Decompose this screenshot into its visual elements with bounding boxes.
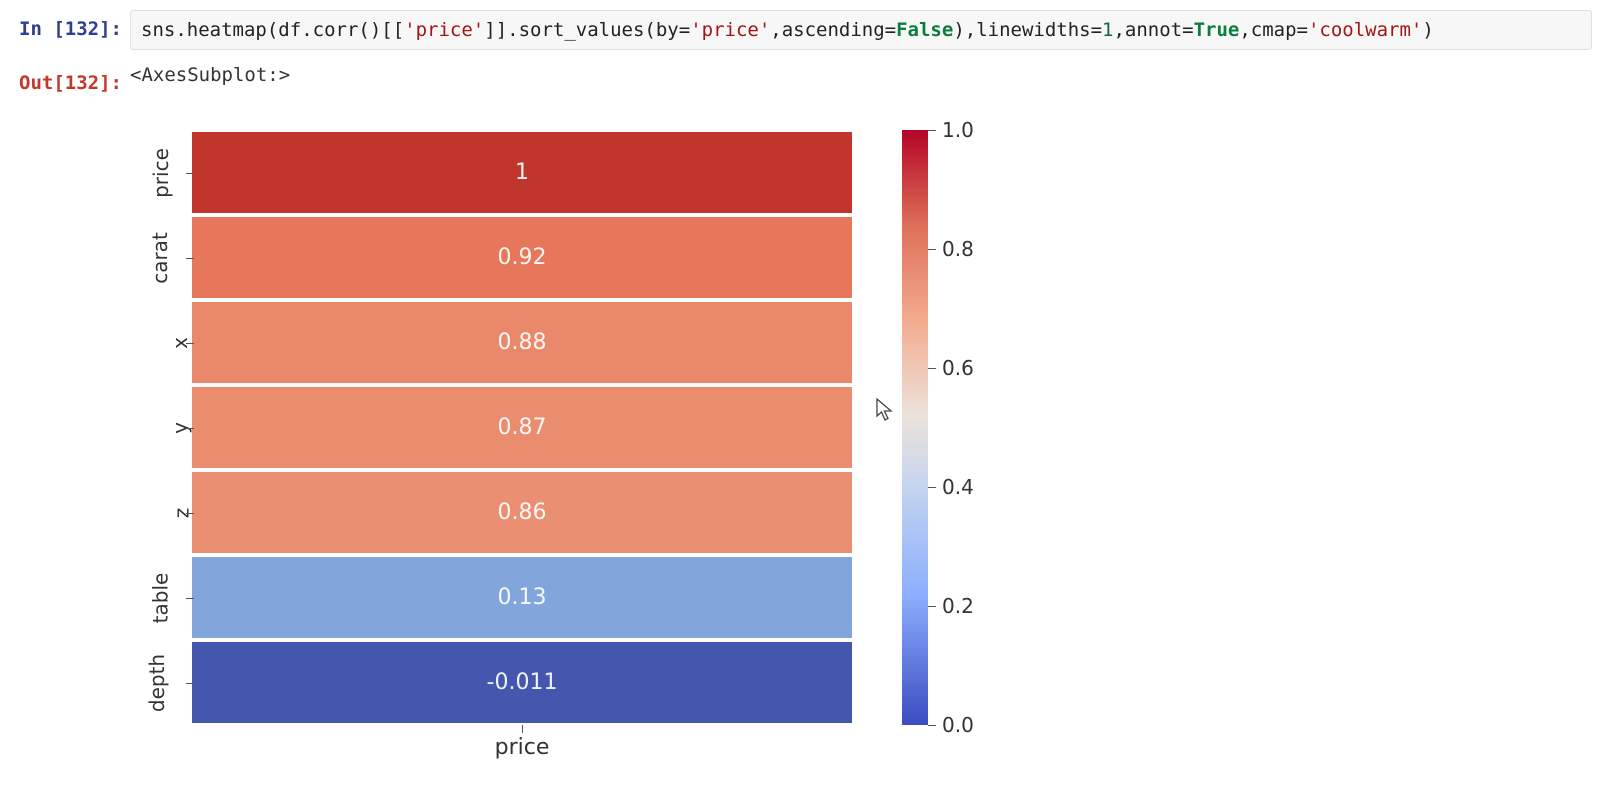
colorbar-tick: 1.0: [928, 118, 974, 142]
colorbar-tick-label: 0.0: [942, 713, 974, 737]
xtick-mark: [522, 725, 523, 733]
code-token: ()[[: [358, 19, 404, 41]
heatmap-row: carat0.92: [132, 215, 852, 300]
code-input[interactable]: sns.heatmap(df.corr()[['price']].sort_va…: [130, 10, 1592, 50]
y-tick-label: table: [132, 555, 192, 640]
y-tick-label: depth: [132, 640, 192, 725]
code-token: 'coolwarm': [1308, 19, 1422, 41]
heatmap-row: depth-0.011: [132, 640, 852, 725]
colorbar-tick-label: 0.2: [942, 594, 974, 618]
heatmap-cell: 0.13: [192, 557, 852, 638]
code-token: ,ascending=: [770, 19, 896, 41]
input-prompt: In [132]:: [8, 10, 122, 50]
heatmap-figure: price1carat0.92x0.88y0.87z0.86table0.13d…: [132, 130, 1600, 763]
code-token: ,annot=: [1113, 19, 1193, 41]
code-token: ): [1422, 19, 1433, 41]
colorbar-tick: 0.4: [928, 475, 974, 499]
input-cell: In [132]: sns.heatmap(df.corr()[['price'…: [0, 10, 1600, 50]
heatmap-cell: 0.87: [192, 387, 852, 468]
code-token: .: [301, 19, 312, 41]
colorbar-tick: 0.6: [928, 356, 974, 380]
y-tick-label: x: [132, 300, 192, 385]
y-tick-label: y: [132, 385, 192, 470]
colorbar-tick: 0.8: [928, 237, 974, 261]
output-cell: Out[132]: <AxesSubplot:>: [0, 64, 1600, 94]
heatmap-row: price1: [132, 130, 852, 215]
colorbar: 0.00.20.40.60.81.0: [902, 130, 988, 725]
code-token: sort_values: [519, 19, 645, 41]
colorbar-tick-label: 1.0: [942, 118, 974, 142]
code-token: 'price': [404, 19, 484, 41]
code-token: heatmap: [187, 19, 267, 41]
heatmap-rows: price1carat0.92x0.88y0.87z0.86table0.13d…: [132, 130, 852, 725]
y-tick-label: price: [132, 130, 192, 215]
code-token: 'price': [690, 19, 770, 41]
code-token: ]].: [484, 19, 518, 41]
code-token: ,cmap=: [1239, 19, 1308, 41]
colorbar-tick-label: 0.6: [942, 356, 974, 380]
heatmap-row: z0.86: [132, 470, 852, 555]
output-prompt: Out[132]:: [8, 64, 122, 94]
heatmap-row: table0.13: [132, 555, 852, 640]
heatmap-cell: 1: [192, 132, 852, 213]
code-token: 1: [1102, 19, 1113, 41]
heatmap-cell: -0.011: [192, 642, 852, 723]
colorbar-tick-label: 0.8: [942, 237, 974, 261]
colorbar-tick-label: 0.4: [942, 475, 974, 499]
colorbar-tick: 0.0: [928, 713, 974, 737]
code-token: corr: [313, 19, 359, 41]
y-tick-label: carat: [132, 215, 192, 300]
colorbar-gradient: [902, 130, 928, 725]
output-repr: <AxesSubplot:>: [130, 64, 290, 94]
x-axis-label: price: [495, 735, 550, 760]
code-token: (df: [267, 19, 301, 41]
colorbar-tick: 0.2: [928, 594, 974, 618]
code-token: True: [1194, 19, 1240, 41]
code-token: .: [175, 19, 186, 41]
heatmap-cell: 0.92: [192, 217, 852, 298]
code-token: False: [896, 19, 953, 41]
code-token: (by=: [644, 19, 690, 41]
heatmap-cell: 0.86: [192, 472, 852, 553]
colorbar-ticks: 0.00.20.40.60.81.0: [928, 130, 988, 725]
heatmap-cell: 0.88: [192, 302, 852, 383]
y-tick-label: z: [132, 470, 192, 555]
heatmap-row: y0.87: [132, 385, 852, 470]
code-token: sns: [141, 19, 175, 41]
heatmap-row: x0.88: [132, 300, 852, 385]
code-token: ),linewidths=: [953, 19, 1102, 41]
